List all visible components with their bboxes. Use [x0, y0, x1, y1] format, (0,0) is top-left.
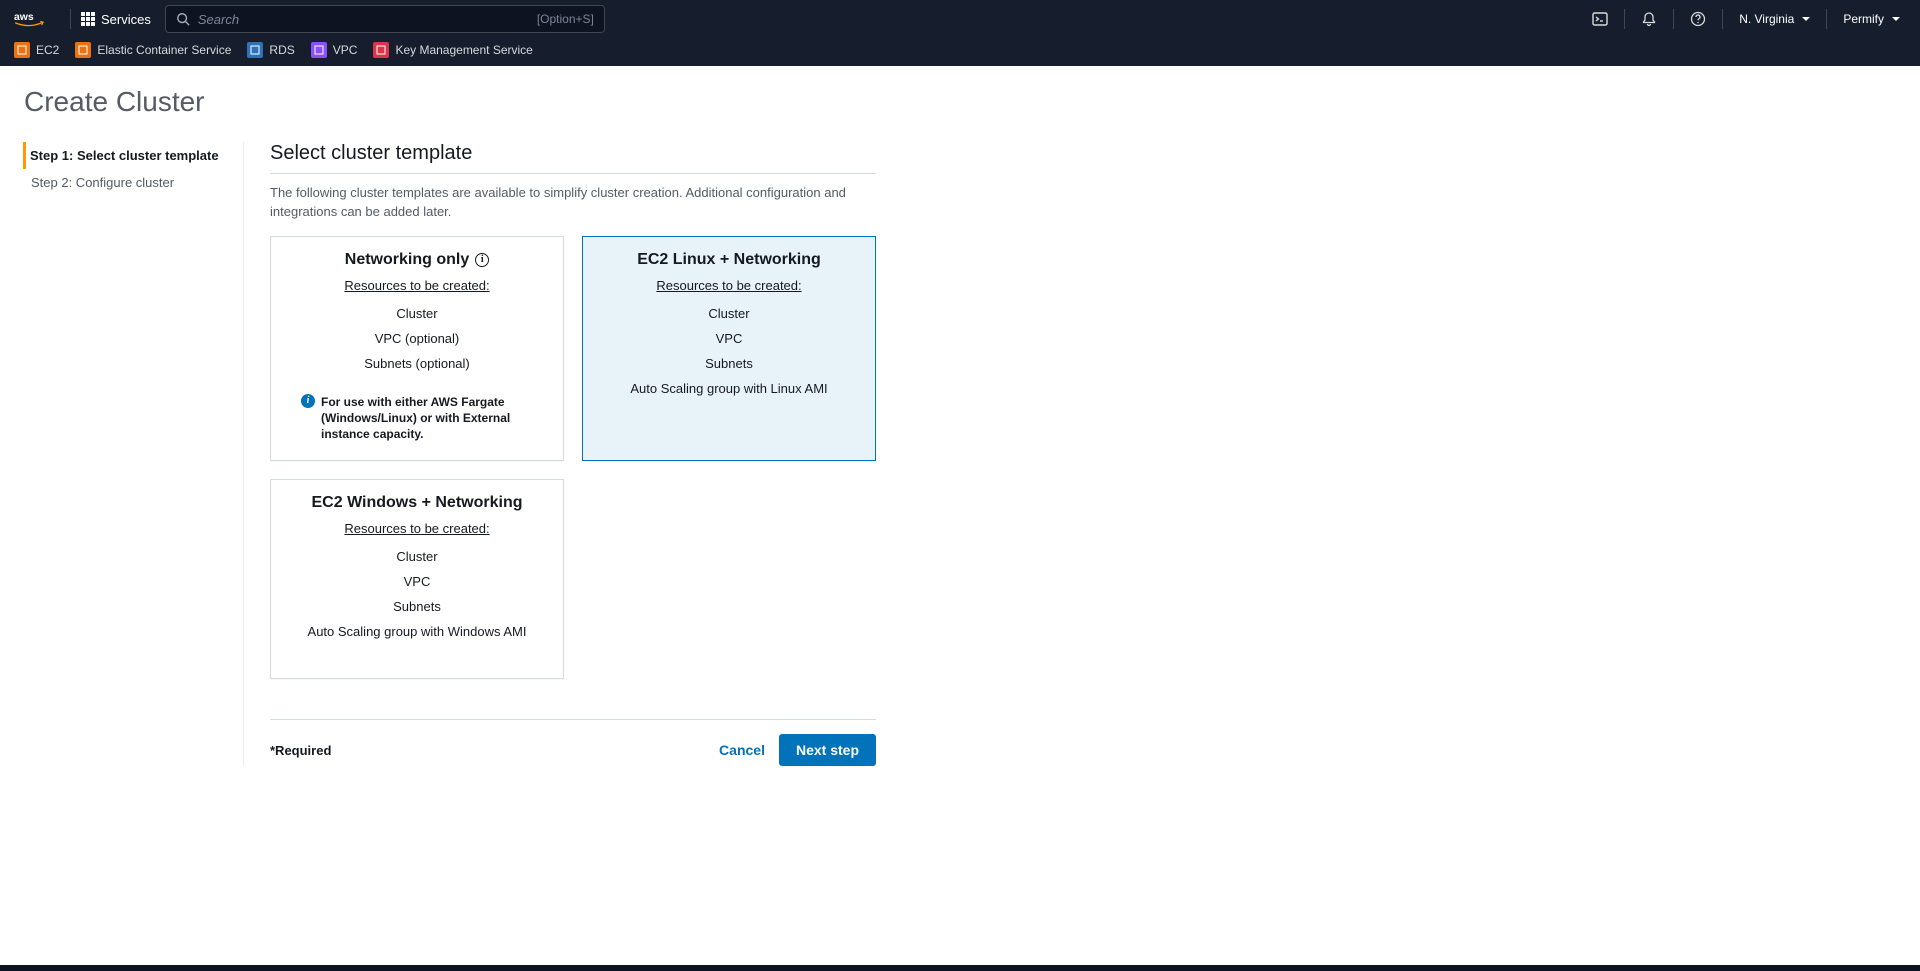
card-title: Networking onlyi	[345, 251, 489, 269]
service-shortcut-label: Elastic Container Service	[97, 43, 231, 57]
grid-icon	[81, 12, 95, 26]
service-shortcut-label: Key Management Service	[395, 43, 532, 57]
service-icon	[311, 42, 327, 58]
section-description: The following cluster templates are avai…	[270, 184, 876, 222]
wizard-footer: *Required Cancel Next step	[270, 734, 876, 766]
card-note-text: For use with either AWS Fargate (Windows…	[321, 394, 533, 443]
notifications-button[interactable]	[1635, 5, 1663, 33]
resource-item: VPC	[597, 326, 861, 351]
search-input[interactable]	[198, 12, 537, 27]
resource-item: VPC	[285, 569, 549, 594]
search-icon	[176, 12, 190, 26]
template-card-grid: Networking onlyi Resources to be created:…	[270, 236, 876, 680]
service-shortcut[interactable]: EC2	[14, 42, 59, 58]
services-label: Services	[101, 12, 151, 27]
aws-logo[interactable]: aws	[14, 9, 46, 29]
footer-separator	[270, 719, 876, 720]
template-card[interactable]: EC2 Linux + Networking Resources to be cr…	[582, 236, 876, 462]
page-container: Create Cluster Step 1: Select cluster te…	[0, 66, 900, 806]
service-shortcut[interactable]: VPC	[311, 42, 358, 58]
bottom-stripe	[0, 965, 1920, 971]
resources-header: Resources to be created:	[344, 278, 489, 293]
service-icon	[247, 42, 263, 58]
card-title: EC2 Windows + Networking	[312, 494, 523, 512]
global-search[interactable]: [Option+S]	[165, 5, 605, 33]
region-selector[interactable]: N. Virginia	[1733, 12, 1816, 26]
template-card[interactable]: EC2 Windows + Networking Resources to be …	[270, 479, 564, 679]
wizard-step[interactable]: Step 1: Select cluster template	[23, 142, 233, 169]
cancel-button[interactable]: Cancel	[705, 734, 779, 766]
region-label: N. Virginia	[1739, 12, 1794, 26]
resources-list: ClusterVPC (optional)Subnets (optional)	[285, 301, 549, 376]
service-shortcut-label: VPC	[333, 43, 358, 57]
search-shortcut-hint: [Option+S]	[537, 12, 594, 26]
service-icon	[14, 42, 30, 58]
resource-item: Cluster	[285, 544, 549, 569]
nav-divider	[1624, 9, 1625, 29]
nav-divider	[70, 9, 71, 29]
resource-item: Cluster	[285, 301, 549, 326]
resource-item: Auto Scaling group with Linux AMI	[597, 376, 861, 401]
service-shortcut-label: EC2	[36, 43, 59, 57]
service-shortcut-label: RDS	[269, 43, 294, 57]
svg-text:aws: aws	[14, 12, 34, 23]
service-shortcut[interactable]: Key Management Service	[373, 42, 532, 58]
service-shortcut[interactable]: RDS	[247, 42, 294, 58]
info-icon[interactable]: i	[475, 253, 489, 267]
required-note: *Required	[270, 743, 331, 758]
help-button[interactable]	[1684, 5, 1712, 33]
service-icon	[373, 42, 389, 58]
resource-item: Subnets	[597, 351, 861, 376]
wizard-step[interactable]: Step 2: Configure cluster	[24, 169, 233, 196]
cloudshell-button[interactable]	[1586, 5, 1614, 33]
template-card[interactable]: Networking onlyi Resources to be created:…	[270, 236, 564, 462]
card-title: EC2 Linux + Networking	[637, 251, 821, 269]
resources-list: ClusterVPCSubnetsAuto Scaling group with…	[597, 301, 861, 401]
services-menu-button[interactable]: Services	[81, 12, 151, 27]
nav-divider	[1826, 9, 1827, 29]
resource-item: Cluster	[597, 301, 861, 326]
service-shortcut[interactable]: Elastic Container Service	[75, 42, 231, 58]
top-navigation: aws Services [Option+S] N. Virginia Perm…	[0, 0, 1920, 38]
section-title: Select cluster template	[270, 142, 876, 174]
page-title: Create Cluster	[24, 86, 876, 118]
main-content: Select cluster template The following cl…	[244, 142, 876, 766]
nav-divider	[1673, 9, 1674, 29]
service-shortcut-bar: EC2 Elastic Container Service RDS VPC Key Ma…	[0, 38, 1920, 66]
resources-list: ClusterVPCSubnetsAuto Scaling group with…	[285, 544, 549, 644]
resource-item: VPC (optional)	[285, 326, 549, 351]
resource-item: Auto Scaling group with Windows AMI	[285, 619, 549, 644]
info-icon: i	[301, 394, 315, 408]
wizard-steps-sidebar: Step 1: Select cluster templateStep 2: C…	[24, 142, 244, 766]
next-step-button[interactable]: Next step	[779, 734, 876, 766]
resources-header: Resources to be created:	[656, 278, 801, 293]
account-menu[interactable]: Permify	[1837, 12, 1906, 26]
card-note: i For use with either AWS Fargate (Window…	[285, 394, 549, 443]
resource-item: Subnets	[285, 594, 549, 619]
resources-header: Resources to be created:	[344, 521, 489, 536]
nav-divider	[1722, 9, 1723, 29]
resource-item: Subnets (optional)	[285, 351, 549, 376]
service-icon	[75, 42, 91, 58]
account-label: Permify	[1843, 12, 1884, 26]
